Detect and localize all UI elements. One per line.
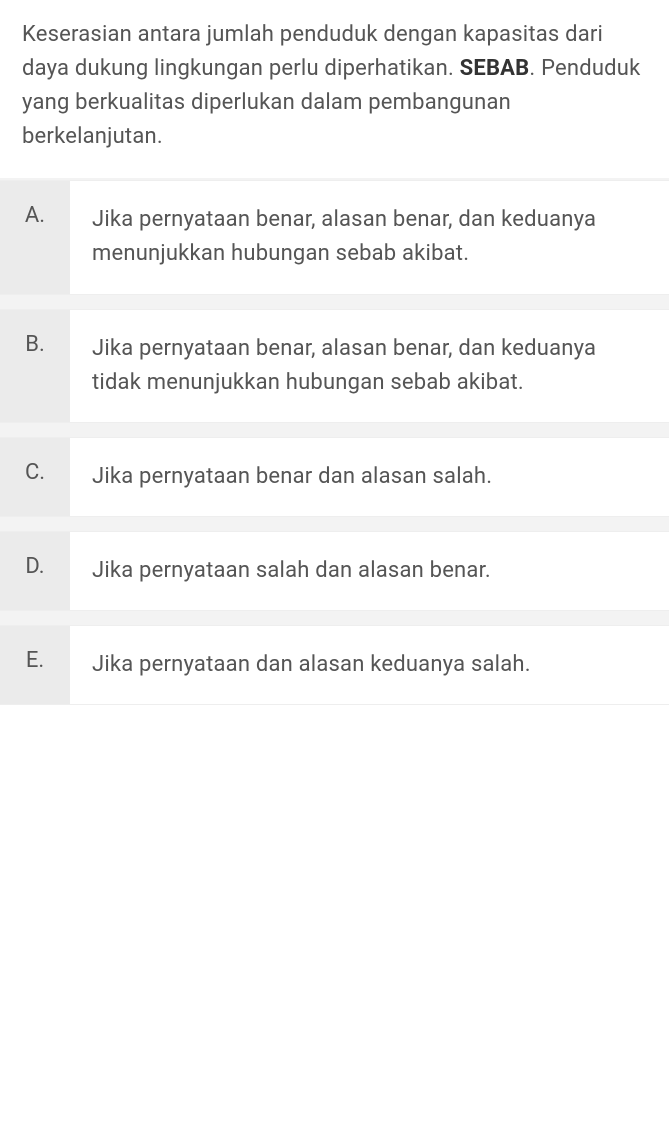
option-b[interactable]: B. Jika pernyataan benar, alasan benar, … (0, 309, 669, 423)
option-letter: A. (0, 181, 70, 293)
option-letter: B. (0, 310, 70, 422)
option-letter: E. (0, 626, 70, 704)
question-container: Keserasian antara jumlah penduduk dengan… (0, 0, 669, 705)
option-text: Jika pernyataan benar, alasan benar, dan… (70, 310, 669, 422)
option-c[interactable]: C. Jika pernyataan benar dan alasan sala… (0, 437, 669, 517)
option-a[interactable]: A. Jika pernyataan benar, alasan benar, … (0, 180, 669, 294)
question-bold: SEBAB (460, 56, 530, 81)
options-list: A. Jika pernyataan benar, alasan benar, … (0, 178, 669, 705)
option-text: Jika pernyataan salah dan alasan benar. (70, 532, 669, 610)
option-letter: C. (0, 438, 70, 516)
question-text: Keserasian antara jumlah penduduk dengan… (0, 0, 669, 178)
option-letter: D. (0, 532, 70, 610)
option-e[interactable]: E. Jika pernyataan dan alasan keduanya s… (0, 625, 669, 705)
option-text: Jika pernyataan benar dan alasan salah. (70, 438, 669, 516)
option-d[interactable]: D. Jika pernyataan salah dan alasan bena… (0, 531, 669, 611)
option-text: Jika pernyataan dan alasan keduanya sala… (70, 626, 669, 704)
option-text: Jika pernyataan benar, alasan benar, dan… (70, 181, 669, 293)
